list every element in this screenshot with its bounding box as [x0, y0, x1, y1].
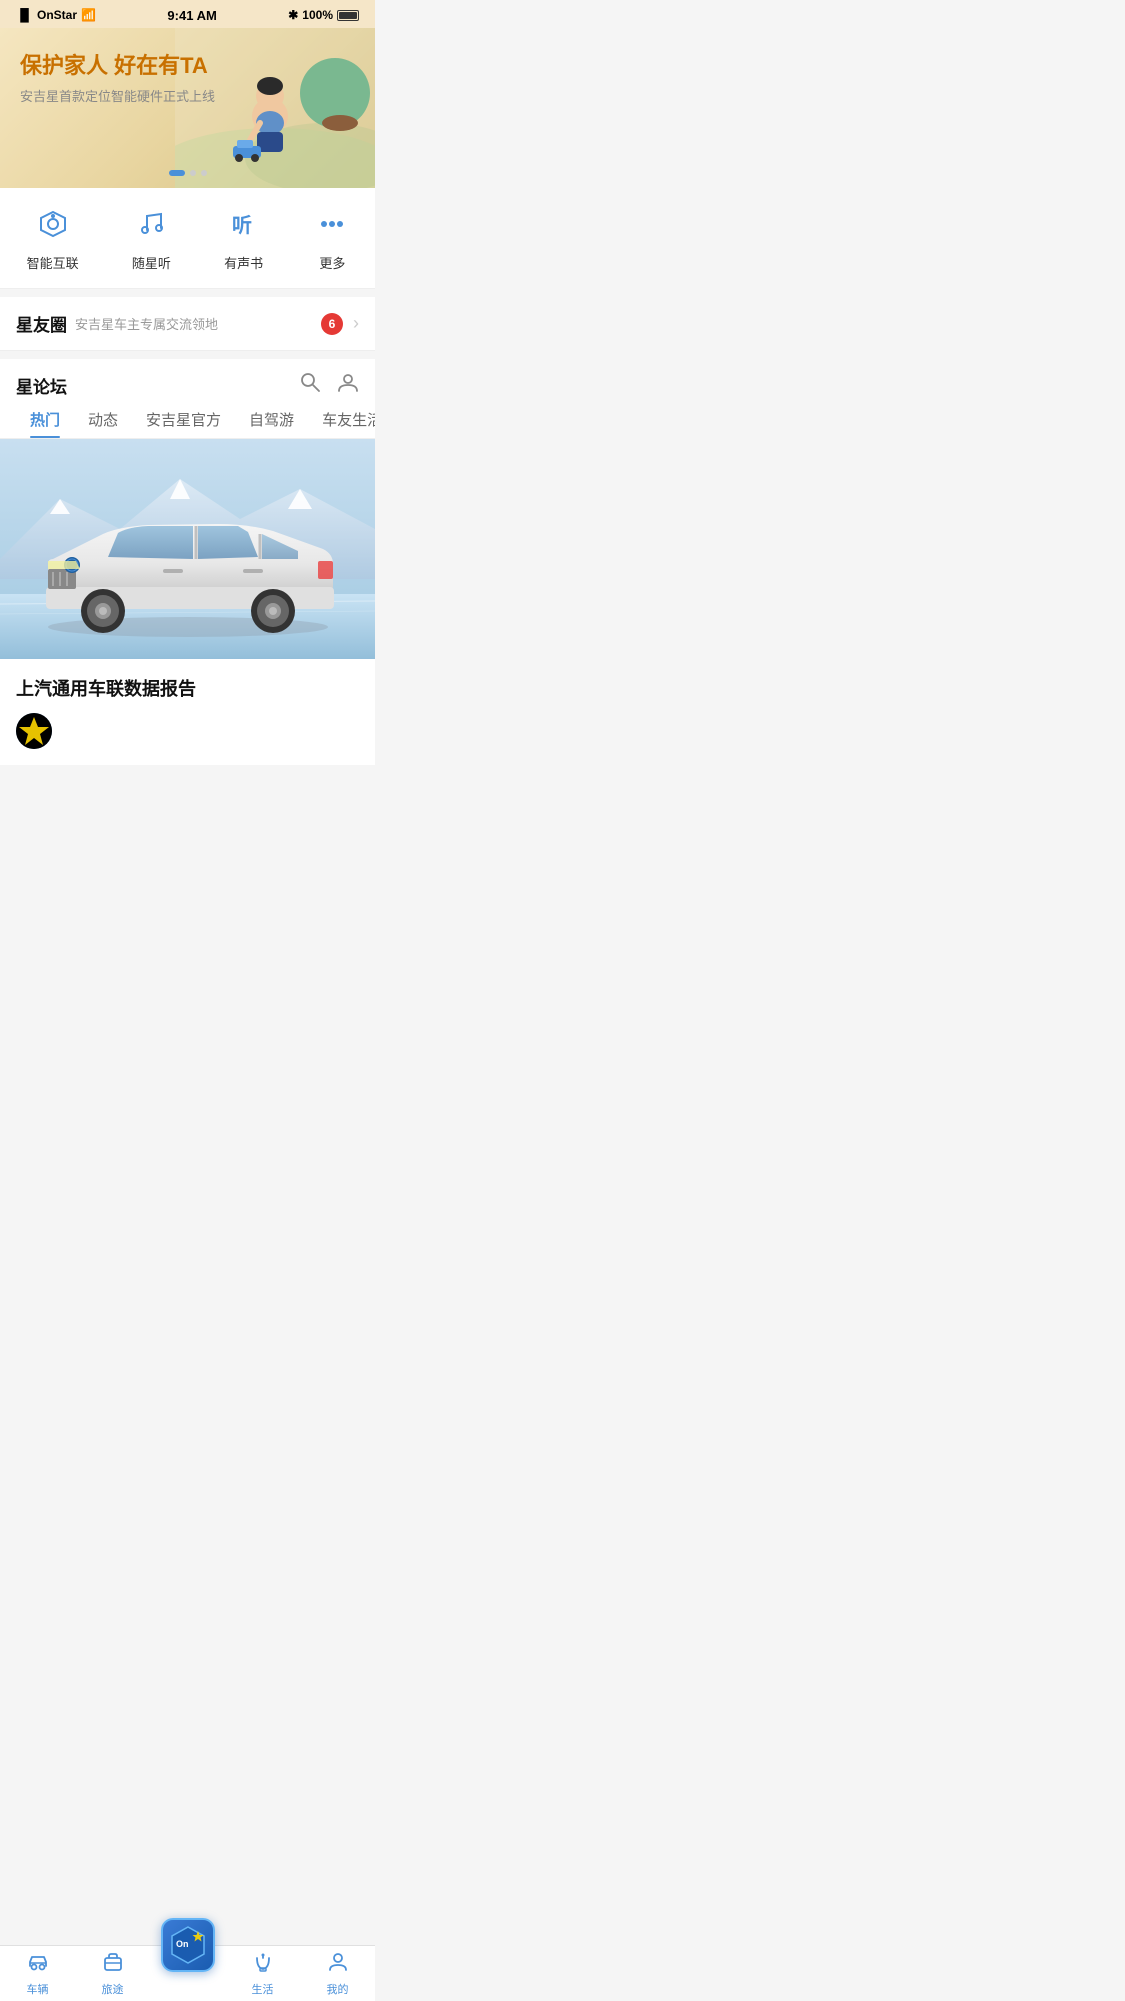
promo-banner[interactable]: 保护家人 好在有TA 安吉星首款定位智能硬件正式上线: [0, 28, 375, 188]
forum-tabs: 热门 动态 安吉星官方 自驾游 车友生活 法: [0, 399, 375, 439]
audiobook-icon: 听: [228, 208, 260, 245]
onstar-logo: On: [166, 1923, 210, 1967]
dot-2: [190, 170, 196, 176]
wifi-icon: 📶: [81, 8, 96, 22]
dot-3: [201, 170, 207, 176]
bottom-nav: 车辆 旅途 On: [0, 1945, 375, 2001]
car-image: [18, 489, 358, 639]
action-audiobook[interactable]: 听 有声书: [224, 208, 263, 272]
action-label-smart: 智能互联: [27, 253, 79, 272]
nav-label-life: 生活: [252, 1981, 274, 1997]
tab-life[interactable]: 车友生活: [308, 399, 375, 438]
forum-top-row: 星论坛: [16, 371, 359, 399]
forum-title: 星论坛: [16, 373, 67, 398]
signal-icon: ▐▌: [16, 8, 33, 22]
action-label-more: 更多: [319, 253, 345, 272]
life-nav-icon: [251, 1950, 275, 1979]
article-title: 上汽通用车联数据报告: [16, 675, 359, 701]
action-label-listen: 随星听: [132, 253, 171, 272]
mine-nav-icon: [326, 1950, 350, 1979]
banner-dots: [169, 170, 207, 176]
trip-nav-icon: [101, 1950, 125, 1979]
battery-percent: 100%: [302, 8, 333, 22]
xingyouquan-title: 星友圈: [16, 311, 67, 336]
car-banner[interactable]: [0, 439, 375, 659]
status-left: ▐▌ OnStar 📶: [16, 8, 96, 22]
nav-mine[interactable]: 我的: [300, 1950, 375, 1997]
banner-title: 保护家人 好在有TA: [20, 48, 215, 80]
nav-life[interactable]: 生活: [225, 1950, 300, 1997]
banner-subtitle: 安吉星首款定位智能硬件正式上线: [20, 86, 215, 105]
article-section: 上汽通用车联数据报告: [0, 659, 375, 765]
search-icon[interactable]: [299, 371, 321, 399]
xingyouquan-desc: 安吉星车主专属交流领地: [75, 314, 321, 333]
nav-trip[interactable]: 旅途: [75, 1950, 150, 1997]
nav-vehicle[interactable]: 车辆: [0, 1950, 75, 1997]
tab-roadtrip[interactable]: 自驾游: [235, 399, 308, 438]
smart-connect-icon: [37, 208, 69, 245]
carrier-name: OnStar: [37, 8, 77, 22]
status-bar: ▐▌ OnStar 📶 9:41 AM ✱ 100%: [0, 0, 375, 28]
action-more[interactable]: 更多: [316, 208, 348, 272]
status-time: 9:41 AM: [167, 8, 216, 23]
more-dots-icon: [316, 208, 348, 245]
xingyouquan-row[interactable]: 星友圈 安吉星车主专属交流领地 6 ›: [0, 297, 375, 351]
article-avatar: [16, 713, 52, 749]
tab-dynamic[interactable]: 动态: [74, 399, 132, 438]
forum-icons: [299, 371, 359, 399]
nav-label-vehicle: 车辆: [27, 1981, 49, 1997]
tab-official[interactable]: 安吉星官方: [132, 399, 235, 438]
quick-actions: 智能互联 随星听 听 有声书: [0, 188, 375, 289]
svg-text:听: 听: [232, 214, 252, 237]
status-right: ✱ 100%: [288, 8, 359, 22]
action-label-audiobook: 有声书: [224, 253, 263, 272]
forum-header: 星论坛: [0, 359, 375, 399]
music-icon: [135, 208, 167, 245]
action-smart-connect[interactable]: 智能互联: [27, 208, 79, 272]
dot-1: [169, 170, 185, 176]
tab-hot[interactable]: 热门: [16, 399, 74, 438]
nav-label-mine: 我的: [327, 1981, 349, 1997]
nav-label-trip: 旅途: [102, 1981, 124, 1997]
onstar-center-button[interactable]: On: [161, 1918, 215, 1972]
car-nav-icon: [26, 1950, 50, 1979]
profile-icon[interactable]: [337, 371, 359, 399]
action-listen[interactable]: 随星听: [132, 208, 171, 272]
xingyouquan-badge: 6: [321, 313, 343, 335]
forum-section: 星论坛: [0, 359, 375, 439]
xingyouquan-chevron: ›: [353, 313, 359, 334]
bluetooth-icon: ✱: [288, 8, 298, 22]
battery-icon: [337, 10, 359, 21]
svg-text:On: On: [176, 1939, 189, 1949]
